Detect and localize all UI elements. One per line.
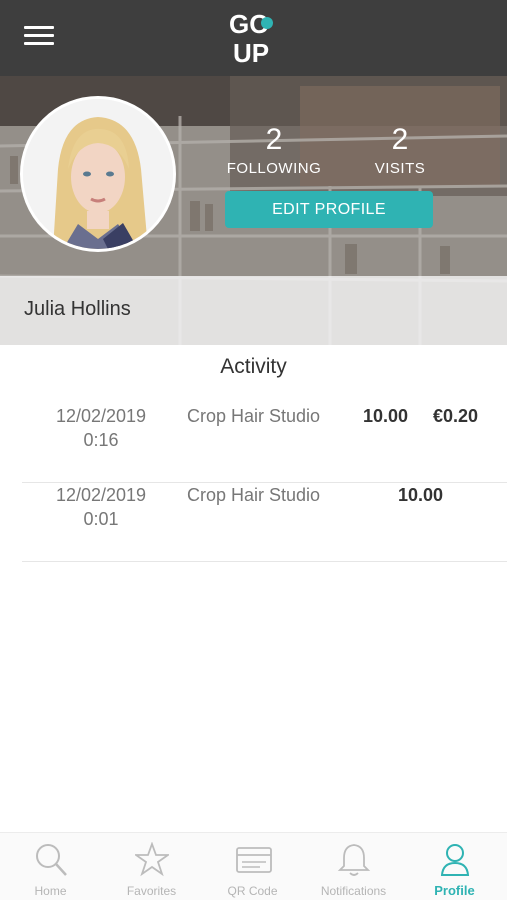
tab-qr-code-label: QR Code xyxy=(227,884,278,898)
edit-profile-button[interactable]: EDIT PROFILE xyxy=(225,191,433,228)
profile-avatar[interactable] xyxy=(20,96,176,252)
activity-datetime: 12/02/2019 0:16 xyxy=(22,404,180,452)
visits-label: VISITS xyxy=(374,160,426,177)
user-icon xyxy=(440,844,470,876)
activity-amount: 10.00 xyxy=(363,406,409,426)
activity-time: 0:16 xyxy=(83,430,119,450)
bell-icon xyxy=(337,844,371,876)
search-icon xyxy=(36,844,67,876)
avatar-photo xyxy=(23,99,173,249)
activity-heading: Activity xyxy=(220,355,287,378)
star-icon xyxy=(135,842,169,877)
visits-stat[interactable]: 2 VISITS xyxy=(360,123,440,178)
tab-notifications[interactable]: Notifications xyxy=(303,833,404,900)
following-stat[interactable]: 2 FOLLOWING xyxy=(226,123,322,178)
activity-place: Crop Hair Studio xyxy=(187,485,321,505)
activity-time: 0:01 xyxy=(83,509,119,529)
activity-row[interactable]: 12/02/2019 0:16 Crop Hair Studio 10.00 €… xyxy=(22,404,507,483)
activity-datetime: 12/02/2019 0:01 xyxy=(22,483,180,531)
activity-date: 12/02/2019 xyxy=(55,406,147,426)
tab-notifications-label: Notifications xyxy=(320,884,387,898)
card-icon xyxy=(236,847,272,873)
tab-profile-label: Profile xyxy=(434,883,475,898)
svg-text:UP: UP xyxy=(233,38,269,66)
activity-amount: 10.00 xyxy=(398,485,444,505)
tab-home[interactable]: Home xyxy=(0,833,101,900)
goup-logo: GO UP xyxy=(229,9,273,66)
bottom-tab-bar: Home Favorites QR Code Notifications Pro… xyxy=(0,832,507,900)
following-count: 2 xyxy=(265,123,283,156)
activity-place: Crop Hair Studio xyxy=(187,406,321,426)
menu-icon[interactable] xyxy=(24,26,54,46)
tab-favorites[interactable]: Favorites xyxy=(101,833,202,900)
following-label: FOLLOWING xyxy=(226,160,322,177)
tab-qr-code[interactable]: QR Code xyxy=(202,833,303,900)
visits-count: 2 xyxy=(391,123,409,156)
tab-home-label: Home xyxy=(34,884,67,898)
tab-favorites-label: Favorites xyxy=(126,884,177,898)
profile-name: Julia Hollins xyxy=(24,298,131,320)
top-bar: GO UP xyxy=(0,0,507,76)
activity-row[interactable]: 12/02/2019 0:01 Crop Hair Studio 10.00 xyxy=(22,483,507,562)
activity-reward: €0.20 xyxy=(433,406,479,426)
tab-profile[interactable]: Profile xyxy=(404,833,505,900)
activity-date: 12/02/2019 xyxy=(55,485,147,505)
